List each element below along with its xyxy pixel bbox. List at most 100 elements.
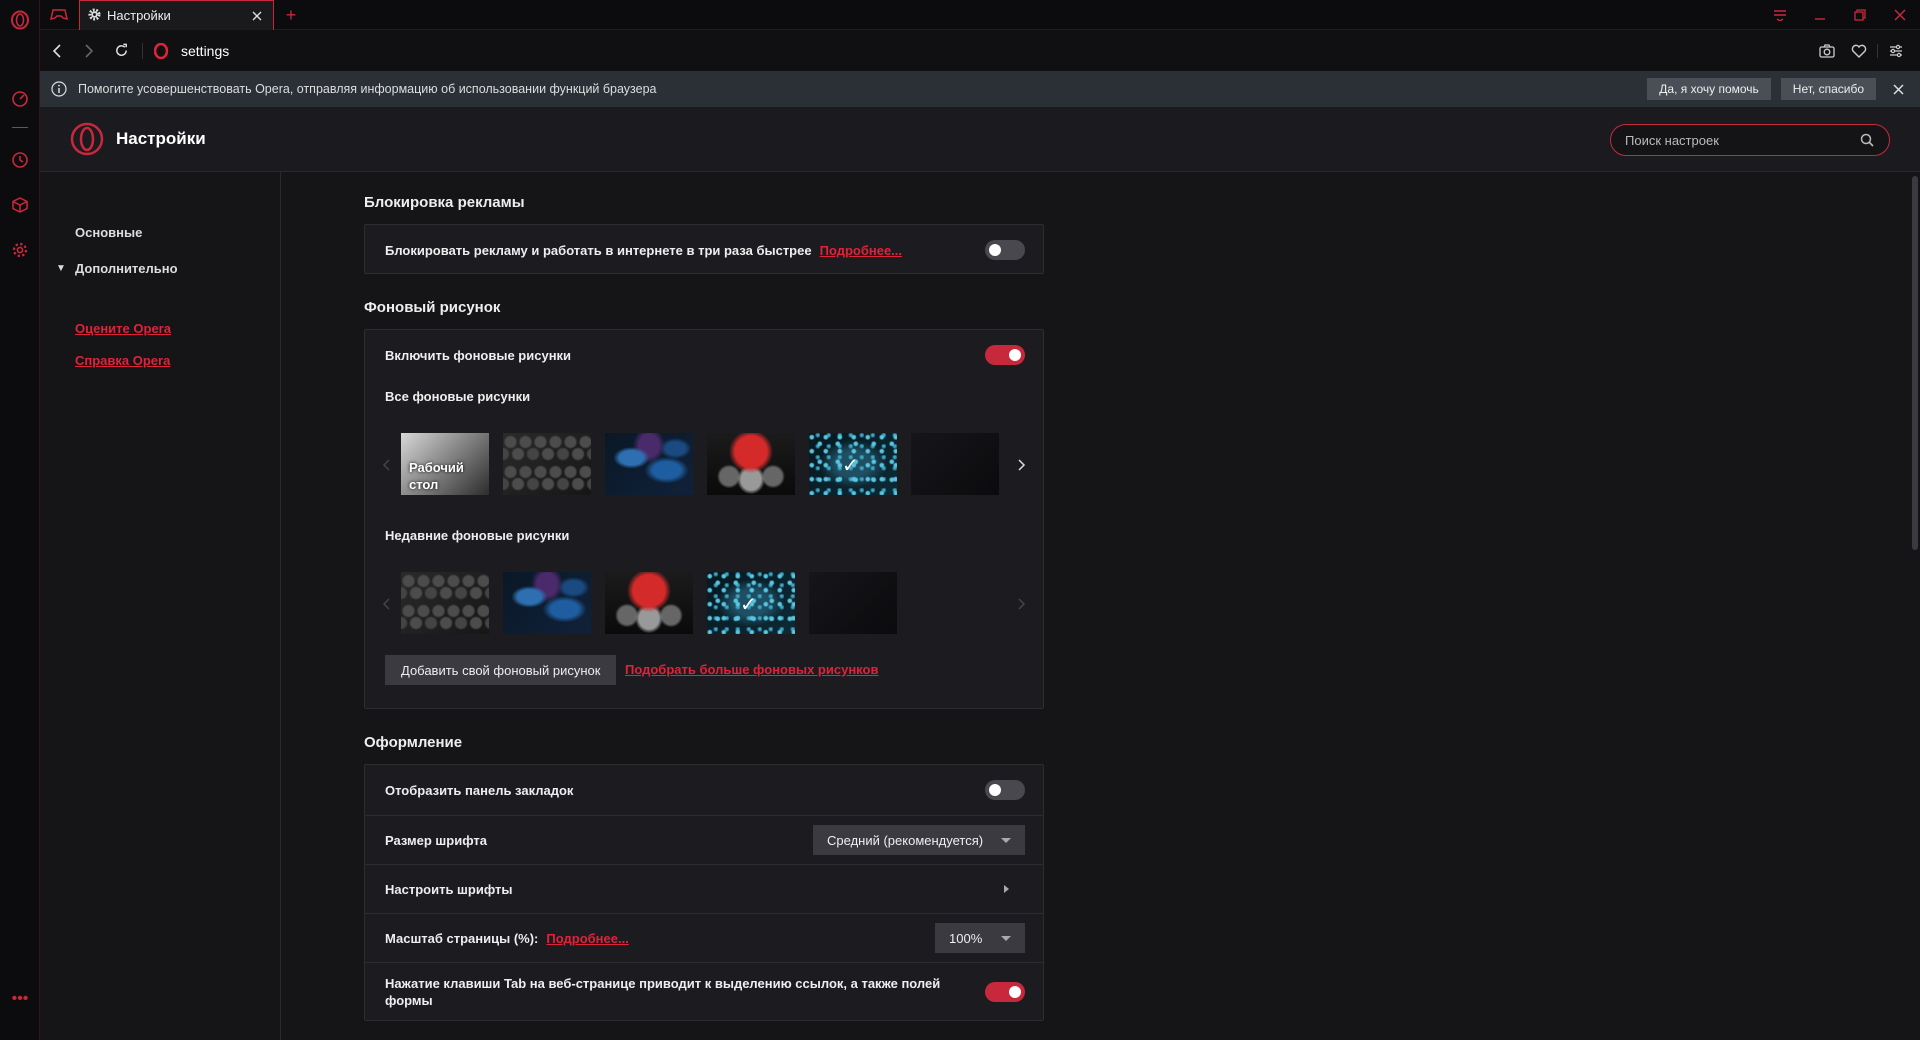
- recent-thumb-particles[interactable]: ✓: [707, 572, 795, 634]
- carousel-prev-icon[interactable]: [379, 455, 393, 475]
- new-tab-plus-icon[interactable]: +: [281, 5, 301, 25]
- recent-thumb-leaves[interactable]: [503, 572, 591, 634]
- enable-wallpaper-label: Включить фоновые рисунки: [385, 347, 572, 363]
- url-field[interactable]: settings: [181, 43, 1811, 59]
- wallpaper-thumb-leaves[interactable]: [605, 433, 693, 495]
- adblock-more-link[interactable]: Подробнее...: [820, 243, 902, 258]
- more-wallpapers-link[interactable]: Подобрать больше фоновых рисунков: [625, 662, 878, 677]
- search-input[interactable]: [1625, 132, 1859, 148]
- gear-icon: [88, 7, 101, 24]
- search-icon[interactable]: [1859, 132, 1875, 148]
- adblock-card: Блокировать рекламу и работать в интерне…: [364, 224, 1044, 274]
- wallpaper-thumb-desktop[interactable]: Рабочий стол: [401, 433, 489, 495]
- opera-menu-icon[interactable]: [8, 8, 32, 32]
- page-zoom-select[interactable]: 100%: [935, 923, 1025, 953]
- easy-setup-icon[interactable]: [1880, 36, 1912, 66]
- wallpaper-thumb-particles[interactable]: ✓: [809, 433, 897, 495]
- wallpaper-thumb-leather[interactable]: [503, 433, 591, 495]
- settings-gear-icon[interactable]: [8, 238, 32, 262]
- gx-controller-icon[interactable]: [48, 4, 70, 26]
- recent-thumb-dark[interactable]: [809, 572, 897, 634]
- rate-opera-link[interactable]: Оцените Opera: [75, 321, 171, 336]
- bookmarks-bar-toggle[interactable]: [985, 780, 1025, 800]
- section-title-adblock: Блокировка рекламы: [364, 194, 525, 211]
- page-title: Настройки: [116, 129, 206, 148]
- enable-wallpaper-toggle[interactable]: [985, 345, 1025, 365]
- tab-settings[interactable]: Настройки: [79, 0, 274, 30]
- add-wallpaper-button[interactable]: Добавить свой фоновый рисунок: [385, 655, 617, 685]
- settings-main: Блокировка рекламы Блокировать рекламу и…: [282, 172, 1920, 1040]
- customize-fonts-label: Настроить шрифты: [385, 881, 513, 897]
- minimize-icon[interactable]: [1800, 0, 1840, 30]
- page-zoom-value: 100%: [949, 930, 983, 946]
- info-bar-text: Помогите усовершенствовать Opera, отправ…: [78, 82, 657, 96]
- font-size-select[interactable]: Средний (рекомендуется): [813, 825, 1025, 855]
- bookmark-heart-icon[interactable]: [1843, 36, 1875, 66]
- forward-button[interactable]: [74, 36, 104, 66]
- recent-wallpapers-label: Недавние фоновые рисунки: [385, 528, 570, 543]
- adblock-label: Блокировать рекламу и работать в интерне…: [385, 242, 812, 258]
- tab-bar: Настройки +: [40, 0, 1920, 30]
- adblock-row: Блокировать рекламу и работать в интерне…: [365, 225, 1043, 275]
- sidebar-separator: [12, 127, 28, 128]
- more-dots-icon[interactable]: •••: [8, 987, 32, 1011]
- close-tab-icon[interactable]: [249, 8, 265, 24]
- address-bar: settings: [40, 30, 1920, 71]
- recent-wallpapers-carousel: ✓: [379, 572, 1029, 636]
- chevron-down-icon: [1001, 935, 1011, 941]
- window-controls: [1760, 0, 1920, 30]
- expand-triangle-icon[interactable]: ▼: [56, 263, 66, 274]
- font-size-value: Средний (рекомендуется): [827, 832, 984, 848]
- no-thanks-button[interactable]: Нет, спасибо: [1780, 78, 1876, 100]
- tab-title: Настройки: [107, 8, 171, 23]
- info-icon: [50, 80, 68, 98]
- chevron-right-icon: [1004, 885, 1009, 893]
- appearance-card: Отобразить панель закладок Размер шрифта…: [364, 764, 1044, 1021]
- selected-check-icon: ✓: [842, 455, 859, 477]
- customize-fonts-row[interactable]: Настроить шрифты: [365, 865, 1043, 913]
- address-separator: [142, 42, 143, 59]
- wallpaper-thumb-label: Рабочий стол: [409, 460, 464, 492]
- close-window-icon[interactable]: [1880, 0, 1920, 30]
- tab-highlight-label: Нажатие клавиши Tab на веб-странице прив…: [385, 976, 941, 1008]
- yes-help-button[interactable]: Да, я хочу помочь: [1647, 78, 1771, 100]
- adblock-toggle[interactable]: [985, 240, 1025, 260]
- tab-menu-icon[interactable]: [1760, 0, 1800, 30]
- enable-wallpaper-row: Включить фоновые рисунки: [365, 330, 1043, 380]
- carousel-next-icon[interactable]: [1015, 455, 1029, 475]
- tab-highlight-row: Нажатие клавиши Tab на веб-странице прив…: [365, 963, 1043, 1021]
- restore-icon[interactable]: [1840, 0, 1880, 30]
- actions-separator: [1877, 43, 1878, 58]
- opera-sidebar: •••: [0, 0, 40, 1040]
- extensions-cube-icon[interactable]: [8, 193, 32, 217]
- snapshot-camera-icon[interactable]: [1811, 36, 1843, 66]
- opera-logo-icon: [151, 41, 171, 61]
- nav-basic[interactable]: Основные: [75, 225, 142, 240]
- scrollbar-thumb[interactable]: [1912, 176, 1918, 550]
- wallpaper-card: Включить фоновые рисунки Все фоновые рис…: [364, 329, 1044, 709]
- back-button[interactable]: [42, 36, 72, 66]
- reload-button[interactable]: [106, 36, 136, 66]
- wallpaper-thumb-dark[interactable]: [911, 433, 999, 495]
- opera-help-link[interactable]: Справка Opera: [75, 353, 170, 368]
- close-infobar-icon[interactable]: [1886, 77, 1910, 101]
- recent-thumb-engine[interactable]: [605, 572, 693, 634]
- page-zoom-more-link[interactable]: Подробнее...: [546, 931, 628, 946]
- nav-advanced[interactable]: Дополнительно: [75, 261, 178, 276]
- opera-logo-icon: [70, 122, 104, 156]
- tab-highlight-toggle[interactable]: [985, 982, 1025, 1002]
- bookmarks-bar-label: Отобразить панель закладок: [385, 782, 574, 798]
- speed-limiter-icon[interactable]: [8, 87, 32, 111]
- opera-settings-window: ••• Настройки + settings Помогите усовер…: [0, 0, 1920, 1040]
- info-bar: Помогите усовершенствовать Opera, отправ…: [40, 71, 1920, 107]
- carousel-prev-icon[interactable]: [379, 594, 393, 614]
- recent-thumb-leather[interactable]: [401, 572, 489, 634]
- section-title-wallpaper: Фоновый рисунок: [364, 299, 501, 316]
- address-bar-actions: [1811, 36, 1912, 66]
- settings-search: [1610, 124, 1890, 156]
- wallpaper-thumb-engine[interactable]: [707, 433, 795, 495]
- chevron-down-icon: [1001, 837, 1011, 843]
- carousel-next-icon[interactable]: [1015, 594, 1029, 614]
- page-zoom-label: Масштаб страницы (%):: [385, 930, 539, 946]
- history-icon[interactable]: [8, 148, 32, 172]
